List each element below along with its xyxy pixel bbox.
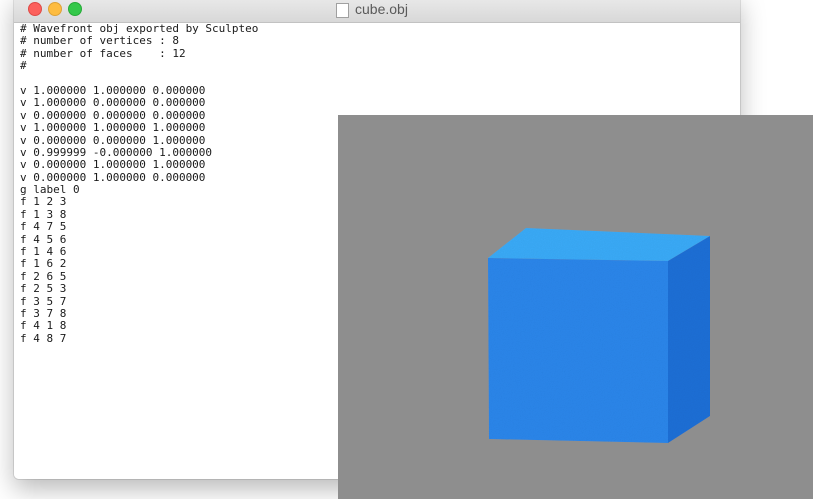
close-button[interactable] xyxy=(28,2,42,16)
file-line: # number of faces : 12 xyxy=(20,46,186,60)
window-title: cube.obj xyxy=(355,1,408,17)
file-line: # xyxy=(20,59,27,73)
document-icon xyxy=(336,3,349,18)
file-line: # number of vertices : 8 xyxy=(20,34,179,48)
cube-render xyxy=(488,228,710,443)
file-line: v 1.000000 0.000000 0.000000 xyxy=(20,96,206,110)
cube-side-face xyxy=(668,236,710,443)
zoom-button[interactable] xyxy=(68,2,82,16)
cube-front-face xyxy=(488,258,668,443)
title-bar[interactable]: cube.obj xyxy=(14,0,740,23)
minimize-button[interactable] xyxy=(48,2,62,16)
3d-viewer-panel[interactable] xyxy=(338,115,813,499)
